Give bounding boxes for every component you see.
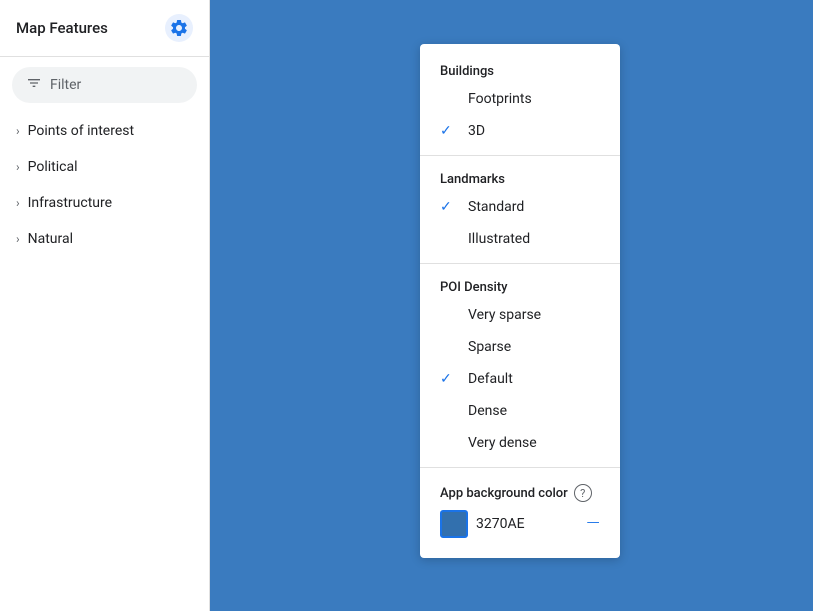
check-icon: ✓	[440, 371, 458, 387]
sidebar-item-infrastructure[interactable]: › Infrastructure	[0, 185, 209, 221]
sidebar-item-poi[interactable]: › Points of interest	[0, 113, 209, 149]
chevron-right-icon: ›	[16, 124, 20, 138]
poi-density-section-label: POI Density	[420, 272, 620, 299]
sidebar-item-label: Political	[28, 159, 78, 175]
density-very-dense[interactable]: Very dense	[420, 427, 620, 459]
density-sparse[interactable]: Sparse	[420, 331, 620, 363]
filter-text: Filter	[50, 77, 81, 93]
landmarks-section-label: Landmarks	[420, 164, 620, 191]
sidebar-header: Map Features	[0, 0, 209, 57]
density-default-label: Default	[468, 371, 513, 387]
color-swatch[interactable]	[440, 510, 468, 538]
density-very-dense-label: Very dense	[468, 435, 537, 451]
color-value: 3270AE	[476, 516, 578, 532]
app-bg-label-row: App background color ?	[440, 484, 600, 502]
map-area: Buildings Footprints ✓ 3D Landmarks ✓ St…	[210, 0, 813, 611]
illustrated-label: Illustrated	[468, 231, 530, 247]
chevron-right-icon: ›	[16, 160, 20, 174]
sidebar-title: Map Features	[16, 19, 108, 37]
divider-1	[420, 155, 620, 156]
app-bg-color-section: App background color ? 3270AE —	[420, 476, 620, 546]
gear-icon[interactable]	[165, 14, 193, 42]
color-reset-button[interactable]: —	[586, 515, 600, 533]
illustrated-option[interactable]: Illustrated	[420, 223, 620, 255]
divider-3	[420, 467, 620, 468]
density-dense-label: Dense	[468, 403, 507, 419]
sidebar-item-label: Points of interest	[28, 123, 134, 139]
sidebar: Map Features Filter › Points of interest…	[0, 0, 210, 611]
help-icon[interactable]: ?	[574, 484, 592, 502]
check-icon: ✓	[440, 199, 458, 215]
3d-label: 3D	[468, 123, 485, 139]
sidebar-item-label: Infrastructure	[28, 195, 112, 211]
footprints-option[interactable]: Footprints	[420, 83, 620, 115]
density-default[interactable]: ✓ Default	[420, 363, 620, 395]
3d-option[interactable]: ✓ 3D	[420, 115, 620, 147]
density-very-sparse[interactable]: Very sparse	[420, 299, 620, 331]
density-sparse-label: Sparse	[468, 339, 511, 355]
filter-bar[interactable]: Filter	[12, 67, 197, 103]
density-dense[interactable]: Dense	[420, 395, 620, 427]
color-row: 3270AE —	[440, 510, 600, 538]
check-icon: ✓	[440, 123, 458, 139]
sidebar-item-natural[interactable]: › Natural	[0, 221, 209, 257]
standard-option[interactable]: ✓ Standard	[420, 191, 620, 223]
buildings-section-label: Buildings	[420, 56, 620, 83]
footprints-label: Footprints	[468, 91, 532, 107]
sidebar-item-political[interactable]: › Political	[0, 149, 209, 185]
dropdown-panel: Buildings Footprints ✓ 3D Landmarks ✓ St…	[420, 44, 620, 558]
divider-2	[420, 263, 620, 264]
chevron-right-icon: ›	[16, 232, 20, 246]
chevron-right-icon: ›	[16, 196, 20, 210]
standard-label: Standard	[468, 199, 524, 215]
app-bg-color-label: App background color	[440, 486, 568, 501]
filter-icon	[26, 75, 42, 95]
density-very-sparse-label: Very sparse	[468, 307, 541, 323]
sidebar-item-label: Natural	[28, 231, 73, 247]
